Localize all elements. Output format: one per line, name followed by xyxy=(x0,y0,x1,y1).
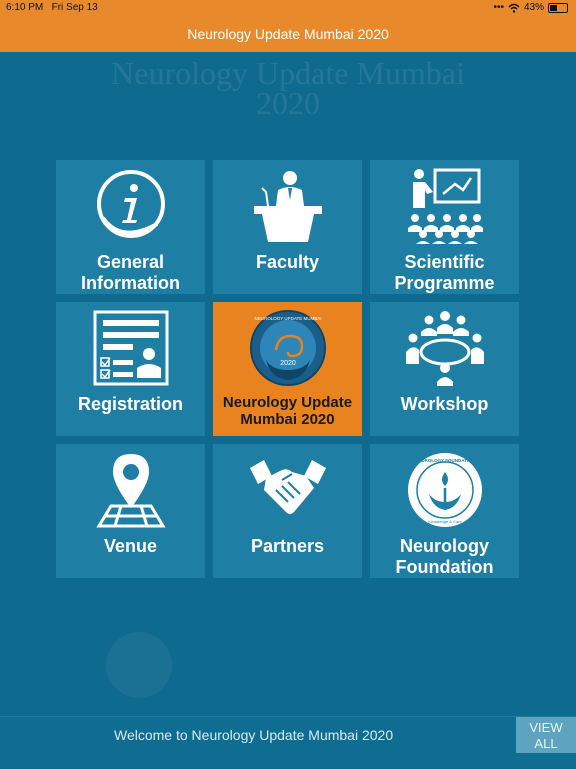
foundation-logo-icon: NEUROLOGY FOUNDATION Knowledge & Care xyxy=(407,453,482,527)
meeting-table-icon xyxy=(405,311,484,386)
tile-partners[interactable]: Partners xyxy=(213,444,362,578)
status-bar: 6:10 PM Fri Sep 13 ••• 43% xyxy=(0,0,576,16)
tile-scientific-programme[interactable]: Scientific Programme xyxy=(370,160,519,294)
info-icon xyxy=(96,170,165,238)
footer: Welcome to Neurology Update Mumbai 2020 … xyxy=(0,716,576,769)
background-logo xyxy=(106,632,172,698)
status-time-date: 6:10 PM Fri Sep 13 xyxy=(6,2,98,13)
navbar: Neurology Update Mumbai 2020 xyxy=(0,16,576,52)
tile-label: Registration xyxy=(77,394,183,414)
tile-workshop[interactable]: Workshop xyxy=(370,302,519,436)
presentation-icon xyxy=(407,168,483,244)
logo-ring-text: NEUROLOGY FOUNDATION xyxy=(415,458,475,463)
logo-ring-text: NEUROLOGY UPDATE MUMBAI xyxy=(254,316,321,321)
map-pin-icon xyxy=(95,454,166,528)
background-title: Neurology Update Mumbai 2020 xyxy=(0,55,576,121)
logo-sub-text: Knowledge & Care xyxy=(428,519,462,524)
speaker-podium-icon xyxy=(253,171,322,242)
dots-icon: ••• xyxy=(493,2,504,13)
tile-general-information[interactable]: General Information xyxy=(56,160,205,294)
tile-label: General Information xyxy=(81,252,180,293)
tile-venue[interactable]: Venue xyxy=(56,444,205,578)
handshake-icon xyxy=(249,460,326,514)
tile-label: Neurology Update Mumbai 2020 xyxy=(222,394,353,428)
status-date: Fri Sep 13 xyxy=(51,2,98,13)
view-all-button[interactable]: VIEW ALL xyxy=(516,717,576,753)
battery-icon xyxy=(548,2,568,13)
logo-year: 2020 xyxy=(280,360,296,367)
tile-label: Faculty xyxy=(255,252,320,272)
tile-label: Partners xyxy=(250,536,325,556)
tile-label: Venue xyxy=(103,536,158,556)
tile-label: Scientific Programme xyxy=(394,252,495,293)
page-title: Neurology Update Mumbai 2020 xyxy=(187,26,389,42)
status-right: ••• 43% xyxy=(493,2,568,13)
background-title-line2: 2020 xyxy=(256,85,320,121)
welcome-ticker: Welcome to Neurology Update Mumbai 2020 xyxy=(114,727,394,743)
tile-neurology-update-mumbai-2020[interactable]: 2020 NEUROLOGY UPDATE MUMBAI Neurology U… xyxy=(213,302,362,436)
menu-grid: General Information Faculty Scientific P… xyxy=(56,160,520,578)
tile-faculty[interactable]: Faculty xyxy=(213,160,362,294)
event-logo-icon: 2020 NEUROLOGY UPDATE MUMBAI xyxy=(249,310,326,386)
background-title-line1: Neurology Update Mumbai xyxy=(111,55,465,91)
status-time: 6:10 PM xyxy=(6,2,44,13)
battery-percent: 43% xyxy=(523,2,544,13)
tile-neurology-foundation[interactable]: NEUROLOGY FOUNDATION Knowledge & Care Ne… xyxy=(370,444,519,578)
registration-form-icon xyxy=(93,310,168,386)
wifi-icon xyxy=(508,3,520,13)
tile-registration[interactable]: Registration xyxy=(56,302,205,436)
tile-label: Workshop xyxy=(400,394,489,414)
tile-label: Neurology Foundation xyxy=(395,536,494,577)
